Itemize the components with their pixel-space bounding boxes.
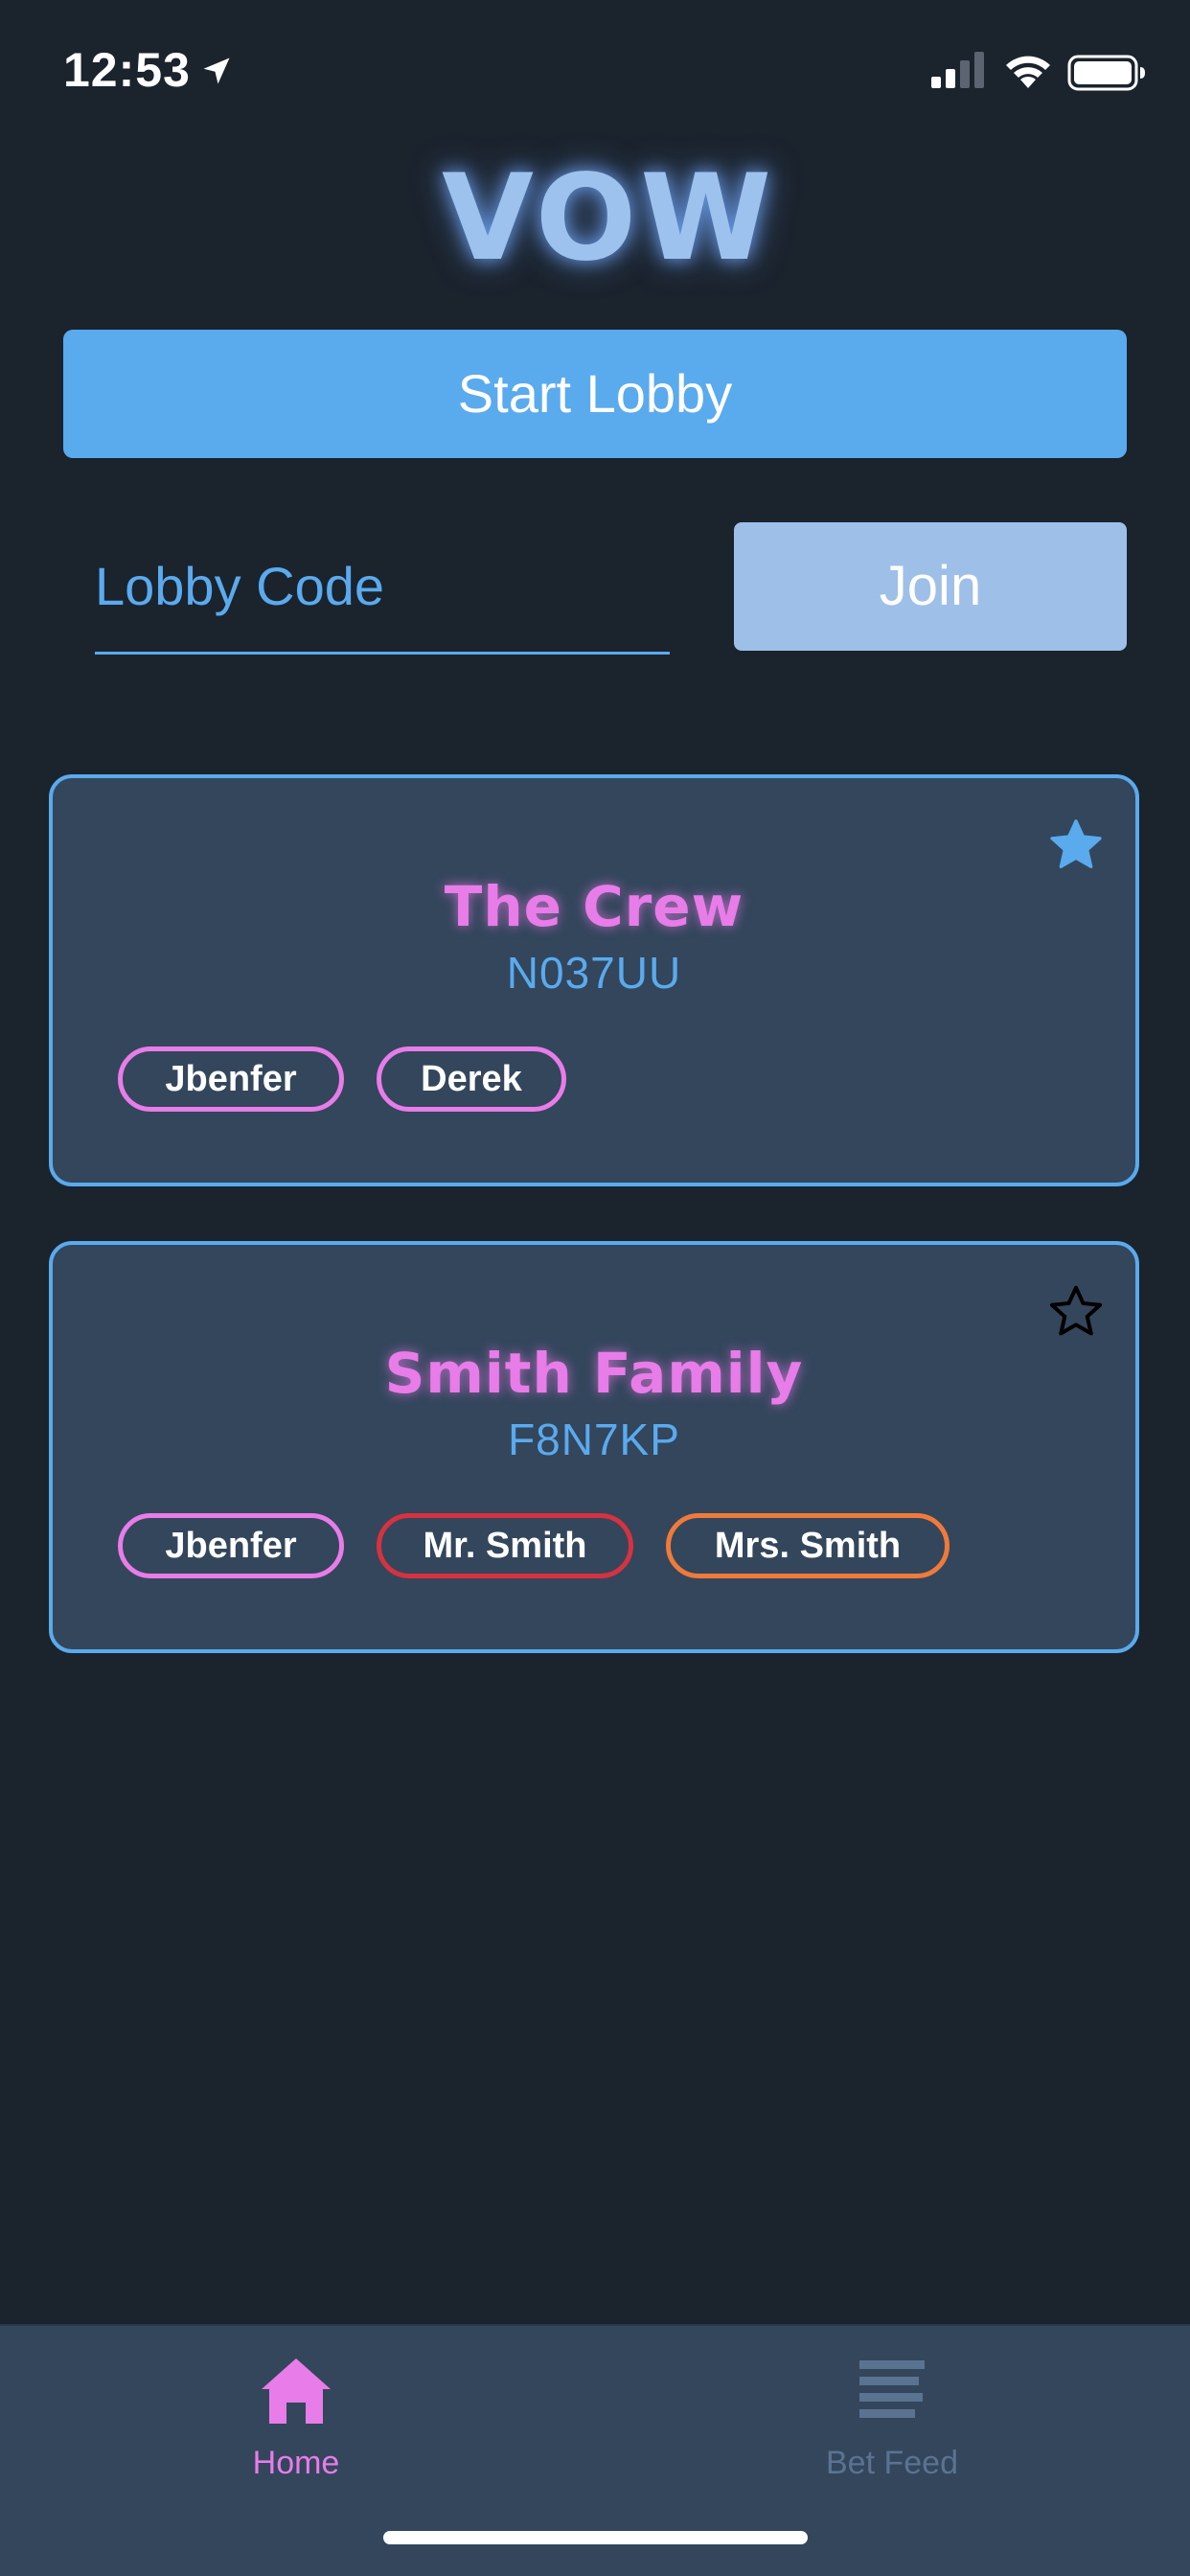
home-icon — [262, 2358, 331, 2424]
star-outline-icon[interactable] — [1045, 1281, 1107, 1343]
tab-home[interactable]: Home — [152, 2353, 440, 2496]
app-logo: VOW — [442, 150, 775, 288]
home-indicator[interactable] — [383, 2531, 808, 2544]
lobby-code: F8N7KP — [508, 1414, 680, 1464]
lobby-code-input[interactable]: Lobby Code — [95, 546, 670, 655]
status-time: 12:53 — [63, 43, 191, 97]
home-screen: 12:53 VOW Start Lobby Lobby Code Join Th… — [0, 0, 1190, 2576]
member-chip: Derek — [377, 1046, 566, 1112]
star-filled-icon[interactable] — [1045, 815, 1107, 876]
status-bar: 12:53 — [0, 0, 1190, 134]
app-logo-text: VOW — [442, 150, 775, 288]
lobby-card[interactable]: Smith Family F8N7KP Jbenfer Mr. Smith Mr… — [49, 1241, 1139, 1653]
cellular-signal-icon — [931, 52, 984, 88]
lobby-name: The Crew — [444, 874, 744, 939]
tab-label-bet-feed: Bet Feed — [826, 2445, 958, 2481]
location-arrow-icon — [203, 58, 230, 84]
wifi-icon — [1006, 56, 1050, 88]
lobby-card[interactable]: The Crew N037UU Jbenfer Derek — [49, 774, 1139, 1186]
member-chip: Jbenfer — [118, 1513, 344, 1578]
lobby-code-placeholder: Lobby Code — [95, 556, 385, 616]
member-chip: Jbenfer — [118, 1046, 344, 1112]
tab-bet-feed[interactable]: Bet Feed — [748, 2353, 1036, 2496]
start-lobby-button[interactable]: Start Lobby — [63, 330, 1127, 458]
lobby-code: N037UU — [506, 948, 682, 998]
battery-icon — [1067, 55, 1145, 91]
list-icon — [859, 2360, 925, 2418]
join-button[interactable]: Join — [734, 522, 1127, 651]
member-chip: Mr. Smith — [377, 1513, 633, 1578]
lobby-name: Smith Family — [384, 1341, 804, 1406]
tab-label-home: Home — [252, 2445, 340, 2481]
member-chip: Mrs. Smith — [666, 1513, 950, 1578]
